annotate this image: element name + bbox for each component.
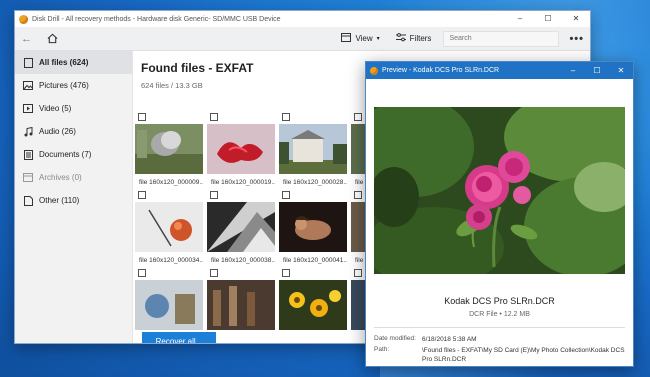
file-tile[interactable] [279, 269, 347, 343]
toolbar: ← View ▾ Filters ••• [15, 27, 590, 51]
sidebar-item-pictures[interactable]: Pictures (476) [15, 74, 132, 97]
file-tile[interactable]: file 160x120_000038... [207, 191, 275, 265]
view-menu-button[interactable]: View ▾ [341, 33, 380, 44]
file-tile[interactable] [207, 269, 275, 343]
file-caption: file 160x120_000041... [283, 257, 347, 264]
file-caption: file 160x120_000009... [139, 179, 203, 186]
preview-image [374, 107, 625, 274]
preview-window-title: Preview - Kodak DCS Pro SLRn.DCR [382, 67, 500, 74]
file-checkbox[interactable] [138, 191, 146, 199]
sidebar-item-label: Video (5) [39, 104, 72, 113]
minimize-button[interactable]: – [506, 11, 534, 27]
close-button[interactable]: ✕ [562, 11, 590, 27]
window-title: Disk Drill - All recovery methods - Hard… [32, 15, 281, 23]
recover-all-button[interactable]: Recover all... [142, 332, 216, 343]
file-checkbox[interactable] [210, 113, 218, 121]
file-tile[interactable]: file 160x120_000019... [207, 113, 275, 187]
archives-icon [23, 173, 33, 183]
sidebar-item-label: Audio (26) [39, 127, 76, 136]
file-thumbnail [207, 124, 275, 174]
file-checkbox[interactable] [282, 113, 290, 121]
sidebar-item-label: All files (624) [39, 58, 89, 67]
view-icon [341, 33, 352, 44]
file-thumbnail [279, 124, 347, 174]
file-tile[interactable]: file 160x120_000034... [135, 191, 203, 265]
file-thumbnail [135, 202, 203, 252]
sidebar-item-label: Pictures (476) [39, 81, 89, 90]
chevron-down-icon: ▾ [376, 36, 380, 42]
view-label: View [355, 34, 373, 43]
file-thumbnail [135, 124, 203, 174]
preview-file-meta: DCR File • 12.2 MB [469, 311, 530, 318]
filters-icon [395, 33, 406, 44]
file-checkbox[interactable] [282, 269, 290, 277]
sidebar-item-label: Archives (0) [39, 173, 82, 182]
title-bar[interactable]: Disk Drill - All recovery methods - Hard… [15, 11, 590, 27]
preview-close-button[interactable]: ✕ [609, 62, 633, 79]
file-caption: file 160x120_000019... [211, 179, 275, 186]
sidebar-item-video[interactable]: Video (5) [15, 97, 132, 120]
sidebar-item-all-files[interactable]: All files (624) [15, 51, 132, 74]
sidebar-item-audio[interactable]: Audio (26) [15, 120, 132, 143]
file-thumbnail [279, 280, 347, 330]
preview-window: Preview - Kodak DCS Pro SLRn.DCR – ☐ ✕ K… [365, 61, 634, 367]
all-files-icon [23, 57, 33, 68]
file-checkbox[interactable] [210, 191, 218, 199]
file-thumbnail [279, 202, 347, 252]
file-checkbox[interactable] [354, 191, 362, 199]
filters-button[interactable]: Filters [395, 33, 432, 44]
disk-drill-app-icon [370, 66, 378, 75]
path-row: Path: \Found files - EXFAT\My SD Card (E… [374, 346, 625, 363]
filters-label: Filters [409, 34, 432, 43]
file-thumbnail [207, 280, 275, 330]
file-checkbox[interactable] [138, 269, 146, 277]
file-thumbnail [207, 202, 275, 252]
preview-title-bar[interactable]: Preview - Kodak DCS Pro SLRn.DCR – ☐ ✕ [366, 62, 633, 79]
back-arrow-icon[interactable]: ← [21, 33, 37, 45]
preview-maximize-button[interactable]: ☐ [585, 62, 609, 79]
audio-icon [23, 126, 33, 137]
maximize-button[interactable]: ☐ [534, 11, 562, 27]
file-checkbox[interactable] [354, 113, 362, 121]
date-modified-label: Date modified: [374, 335, 416, 342]
file-caption: file 160x120_000038... [211, 257, 275, 264]
file-caption: file 160x120_000034... [139, 257, 203, 264]
date-modified-row: Date modified: 6/18/2018 5:38 AM [374, 335, 477, 343]
file-checkbox[interactable] [354, 269, 362, 277]
documents-icon [23, 149, 33, 160]
page-subtitle: 624 files / 13.3 GB [141, 81, 203, 90]
video-icon [23, 104, 33, 114]
search-input[interactable] [443, 30, 560, 47]
file-checkbox[interactable] [138, 113, 146, 121]
date-modified-value: 6/18/2018 5:38 AM [422, 336, 477, 343]
page-title: Found files - EXFAT [141, 61, 254, 75]
file-checkbox[interactable] [282, 191, 290, 199]
preview-file-name: Kodak DCS Pro SLRn.DCR [444, 296, 555, 306]
sidebar-item-archives[interactable]: Archives (0) [15, 166, 132, 189]
more-options-icon[interactable]: ••• [569, 33, 584, 45]
sidebar-item-documents[interactable]: Documents (7) [15, 143, 132, 166]
pictures-icon [23, 81, 33, 91]
disk-drill-app-icon [19, 14, 28, 24]
file-tile[interactable]: file 160x120_000041... [279, 191, 347, 265]
preview-minimize-button[interactable]: – [561, 62, 585, 79]
sidebar-item-other[interactable]: Other (110) [15, 189, 132, 212]
path-value: \Found files - EXFAT\My SD Card (E)\My P… [422, 347, 625, 363]
file-tile[interactable]: file 160x120_000009... [135, 113, 203, 187]
file-thumbnail [135, 280, 203, 330]
home-icon[interactable] [43, 30, 61, 48]
file-checkbox[interactable] [210, 269, 218, 277]
sidebar-item-label: Documents (7) [39, 150, 92, 159]
divider [374, 327, 625, 328]
other-icon [23, 195, 33, 206]
sidebar-item-label: Other (110) [39, 196, 80, 205]
path-label: Path: [374, 346, 390, 353]
file-caption: file 160x120_000028... [283, 179, 347, 186]
sidebar: All files (624) Pictures (476) Video (5)… [15, 51, 133, 343]
file-tile[interactable]: file 160x120_000028... [279, 113, 347, 187]
